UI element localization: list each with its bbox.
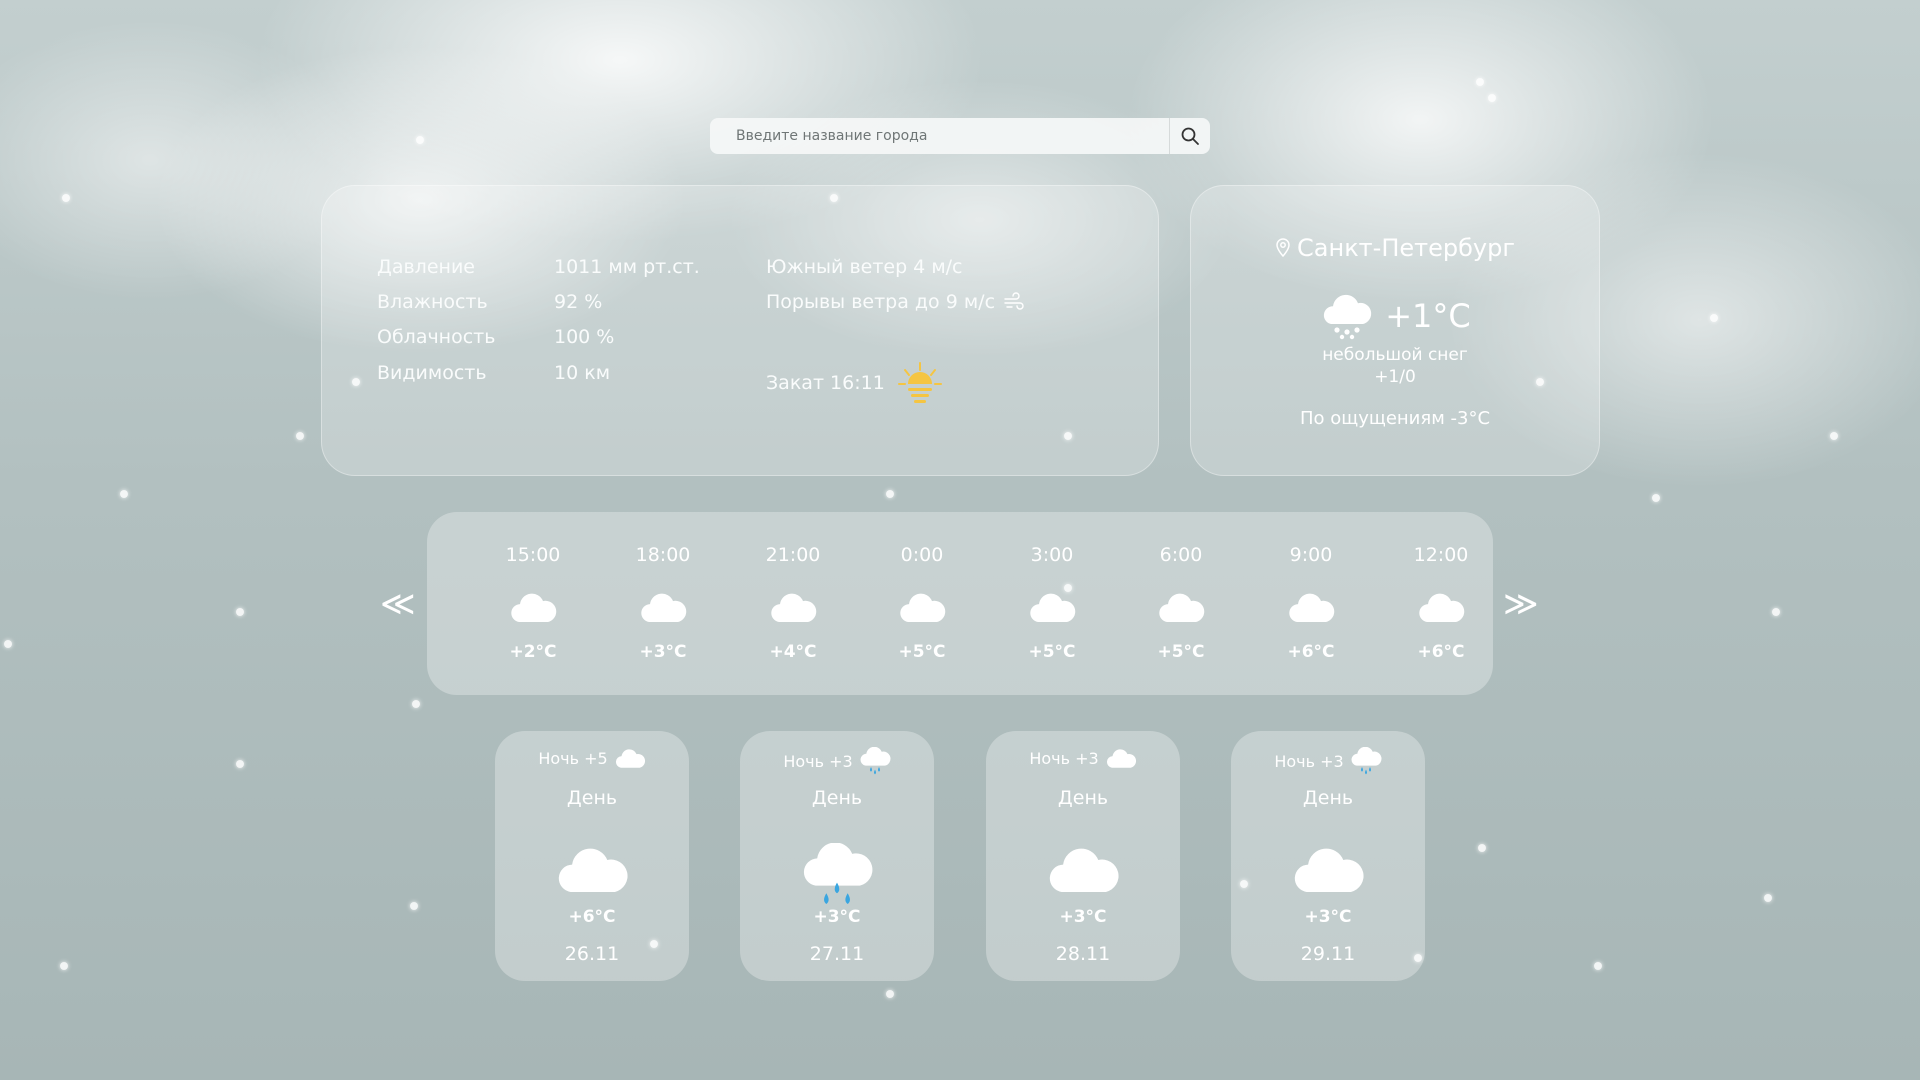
hour-time: 12:00 [1413, 544, 1469, 566]
day-date: 28.11 [1055, 943, 1111, 965]
gusts-text: Порывы ветра до 9 м/с [766, 291, 996, 313]
cloud-icon [1159, 593, 1205, 622]
gusts-row: Порывы ветра до 9 м/с [766, 291, 1025, 313]
night-temp: Ночь +3 [1029, 748, 1099, 768]
day-card-28-11[interactable]: Ночь +3 День +3°C 28.11 [986, 731, 1180, 981]
cloud-icon [1419, 593, 1465, 622]
search-icon [1181, 127, 1199, 145]
day-date: 26.11 [564, 943, 620, 965]
hour-time: 9:00 [1289, 544, 1333, 566]
cloud-icon [900, 593, 946, 622]
day-temp: +3°C [1304, 907, 1352, 927]
visibility-label: Видимость [377, 362, 487, 384]
weather-details-card: Давление 1011 мм рт.ст. Влажность 92 % О… [321, 185, 1159, 476]
hour-time: 15:00 [505, 544, 561, 566]
cloud-icon [1030, 593, 1076, 622]
pressure-label: Давление [377, 256, 475, 278]
cloud-icon [1049, 848, 1119, 892]
night-temp: Ночь +3 [1274, 751, 1344, 771]
current-precipitation: +1/0 [1374, 367, 1416, 387]
city-name: Санкт-Петербург [1297, 234, 1515, 262]
snow-cloud-icon [1324, 294, 1372, 340]
day-temp: +6°C [568, 907, 616, 927]
hour-temp: +4°C [769, 642, 817, 662]
night-row: Ночь +3 [740, 747, 934, 775]
day-temp: +3°C [813, 907, 861, 927]
day-card-26-11[interactable]: Ночь +5 День +6°C 26.11 [495, 731, 689, 981]
current-weather-card: Санкт-Петербург +1°C небольшой снег +1/0… [1190, 185, 1600, 476]
cloudiness-value: 100 % [554, 326, 615, 348]
hour-time: 3:00 [1030, 544, 1074, 566]
hourly-prev-arrow[interactable]: ≪ [380, 586, 416, 622]
search-button[interactable] [1170, 118, 1210, 154]
wind-icon [1004, 292, 1024, 310]
cloud-icon [558, 848, 628, 892]
cloud-icon [1289, 593, 1335, 622]
sunset-row: Закат 16:11 [766, 360, 945, 406]
cloud-icon [1106, 749, 1136, 768]
current-description: небольшой снег [1322, 345, 1468, 365]
current-temp: +1°C [1385, 297, 1471, 335]
city-search-input[interactable] [710, 118, 1169, 154]
hourly-next-arrow[interactable]: ≫ [1503, 586, 1539, 622]
sunset-text: Закат 16:11 [766, 372, 885, 394]
visibility-value: 10 км [554, 362, 611, 384]
humidity-value: 92 % [554, 291, 603, 313]
hour-temp: +5°C [898, 642, 946, 662]
day-label: День [1302, 787, 1354, 809]
pressure-value: 1011 мм рт.ст. [554, 256, 700, 278]
hour-temp: +3°C [639, 642, 687, 662]
day-date: 29.11 [1300, 943, 1356, 965]
cloud-icon [641, 593, 687, 622]
night-temp: Ночь +3 [783, 751, 853, 771]
hour-time: 21:00 [765, 544, 821, 566]
hour-temp: +5°C [1028, 642, 1076, 662]
day-label: День [811, 787, 863, 809]
current-temp-row: +1°C [1191, 292, 1599, 340]
hour-time: 6:00 [1159, 544, 1203, 566]
city-search-bar [710, 118, 1210, 154]
cloud-icon [615, 749, 645, 768]
rain-cloud-icon [1351, 747, 1382, 775]
day-temp: +3°C [1059, 907, 1107, 927]
day-label: День [1057, 787, 1109, 809]
rain-cloud-icon [860, 747, 891, 775]
location-pin-icon [1276, 238, 1290, 258]
hour-time: 18:00 [635, 544, 691, 566]
hour-temp: +2°C [509, 642, 557, 662]
hour-temp: +5°C [1157, 642, 1205, 662]
current-description-block: небольшой снег +1/0 [1191, 344, 1599, 388]
day-date: 27.11 [809, 943, 865, 965]
cloud-icon [1294, 848, 1364, 892]
night-row: Ночь +3 [1231, 747, 1425, 775]
cloudiness-label: Облачность [377, 326, 496, 348]
sunset-icon [897, 362, 942, 403]
night-row: Ночь +3 [986, 747, 1180, 769]
day-label: День [566, 787, 618, 809]
humidity-label: Влажность [377, 291, 488, 313]
cloud-icon [511, 593, 557, 622]
hourly-forecast: 15:00 +2°C 18:00 +3°C 21:00 +4°C 0:00 +5… [427, 512, 1493, 695]
day-card-27-11[interactable]: Ночь +3 День +3°C 27.11 [740, 731, 934, 981]
hour-temp: +6°C [1417, 642, 1465, 662]
night-row: Ночь +5 [495, 747, 689, 769]
cloud-icon [771, 593, 817, 622]
hour-time: 0:00 [900, 544, 944, 566]
feels-like: По ощущениям -3°C [1299, 408, 1491, 429]
rain-cloud-icon [803, 843, 873, 904]
night-temp: Ночь +5 [538, 748, 608, 768]
wind-text: Южный ветер 4 м/с [766, 256, 963, 278]
day-card-29-11[interactable]: Ночь +3 День +3°C 29.11 [1231, 731, 1425, 981]
hour-temp: +6°C [1287, 642, 1335, 662]
city-row: Санкт-Петербург [1191, 234, 1599, 262]
